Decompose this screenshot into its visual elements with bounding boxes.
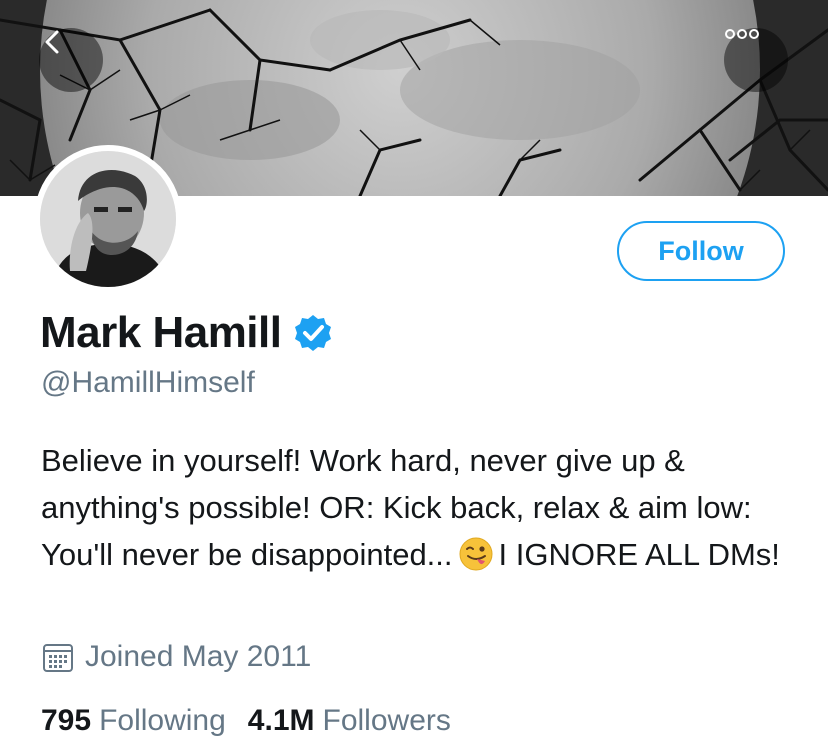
profile-name: Mark Hamill <box>40 308 282 357</box>
avatar-photo <box>40 151 176 287</box>
following-count: 795 <box>41 704 92 737</box>
joined-date: Joined May 2011 <box>85 640 312 673</box>
calendar-icon <box>43 644 73 672</box>
profile-handle: @HamillHimself <box>41 366 255 399</box>
followers-count: 4.1M <box>247 704 315 737</box>
avatar[interactable] <box>34 145 182 293</box>
verified-badge-icon <box>295 315 332 351</box>
followers-stat[interactable]: 4.1M Followers <box>248 704 451 738</box>
back-button[interactable] <box>39 28 103 92</box>
more-dots-icon <box>725 29 759 39</box>
following-label: Following <box>99 704 226 737</box>
profile-bio: Believe in yourself! Work hard, never gi… <box>41 437 801 584</box>
following-stat[interactable]: 795 Following <box>41 704 226 738</box>
profile-name-row: Mark Hamill <box>40 308 333 358</box>
follow-button-label: Follow <box>658 235 744 266</box>
winking-face-with-tongue-icon <box>459 537 493 584</box>
chevron-left-icon <box>45 30 59 54</box>
bio-tail: I IGNORE ALL DMs! <box>498 537 780 572</box>
follow-stats: 795 Following 4.1M Followers <box>41 704 473 738</box>
followers-label: Followers <box>322 704 451 737</box>
more-options-button[interactable] <box>724 28 788 92</box>
joined-row: Joined May 2011 <box>41 640 311 674</box>
follow-button[interactable]: Follow <box>617 221 785 281</box>
